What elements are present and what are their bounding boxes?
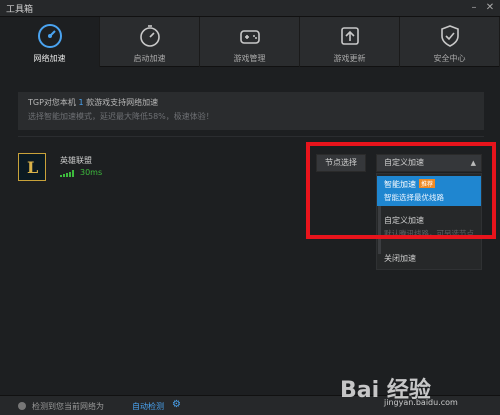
shield-icon [441,25,459,47]
highlight-annotation-box [306,142,496,239]
tab-label: 网络加速 [33,54,66,63]
stopwatch-icon [140,25,160,47]
notice-tip: 选择智能加速模式，延迟最大降低58%，极速体验！ [28,112,214,121]
signal-icon [60,170,74,177]
tab-security-center[interactable]: 安全中心 [400,17,500,67]
tab-label: 游戏更新 [333,54,366,63]
notice-count: 1 [78,98,84,107]
tab-label: 游戏管理 [233,54,266,63]
title-bar: 工具箱 – ✕ [0,0,500,17]
option-disable-accel[interactable]: 关闭加速 [377,250,481,266]
game-row: L 英雄联盟 30ms [18,153,218,183]
close-icon[interactable]: ✕ [484,2,496,14]
info-notice: TGP对您本机 1 款游戏支持网络加速 选择智能加速模式，延迟最大降低58%，极… [18,92,484,130]
game-name: 英雄联盟 [60,156,92,165]
tab-label: 启动加速 [133,54,166,63]
update-icon [341,27,359,45]
main-content: TGP对您本机 1 款游戏支持网络加速 选择智能加速模式，延迟最大降低58%，极… [0,68,500,395]
tab-game-management[interactable]: 游戏管理 [200,17,300,67]
game-logo: L [18,153,46,181]
minimize-icon[interactable]: – [468,2,480,14]
gamepad-icon [240,30,260,44]
status-text: 检测到您当前网络为 [32,402,104,411]
tab-label: 安全中心 [433,54,466,63]
notice-suffix: 款游戏支持网络加速 [86,98,159,107]
divider [18,136,484,137]
speedometer-icon [38,24,62,48]
tab-bar: 网络加速 启动加速 游戏管理 游戏更新 安全中心 [0,17,500,67]
gear-icon[interactable]: ⚙ [172,399,181,410]
option-title: 关闭加速 [384,254,416,263]
notice-prefix: TGP对您本机 [28,98,76,107]
tab-startup-accel[interactable]: 启动加速 [100,17,200,67]
watermark-url: jingyan.baidu.com [384,398,458,407]
tab-game-update[interactable]: 游戏更新 [300,17,400,67]
tab-network-accel[interactable]: 网络加速 [0,17,100,67]
window-title: 工具箱 [6,5,34,15]
auto-detect-link[interactable]: 自动检测 [132,401,164,412]
network-status-icon [18,402,26,410]
ping-value: 30ms [80,168,103,177]
notice-line: TGP对您本机 1 款游戏支持网络加速 [28,97,474,108]
logo-letter: L [27,158,39,177]
